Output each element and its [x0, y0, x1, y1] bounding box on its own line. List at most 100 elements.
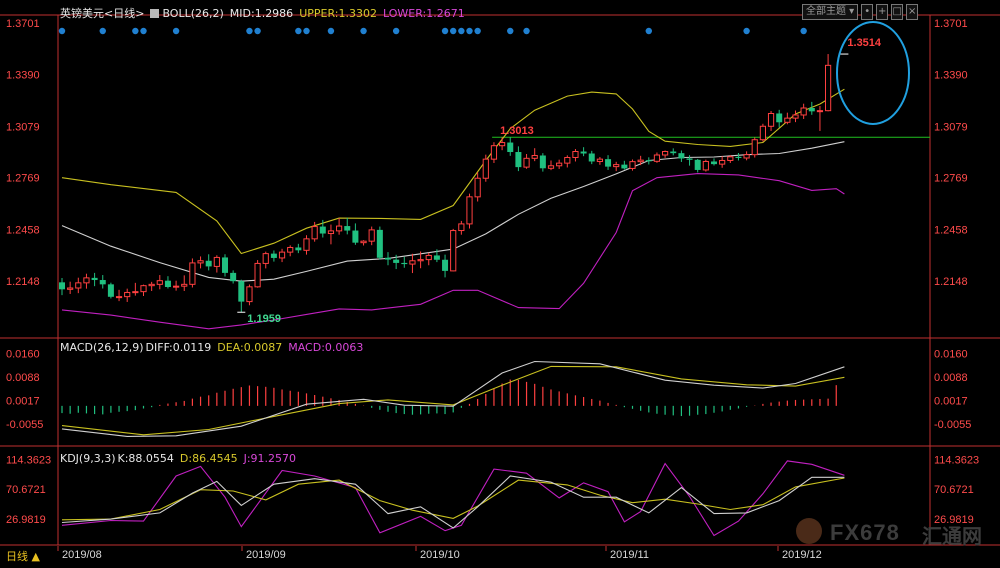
candle-body [385, 257, 391, 260]
candle-body [433, 255, 440, 260]
candle-body [466, 196, 473, 225]
signal-dot [360, 27, 367, 35]
y-tick-label-right: 1.2769 [934, 173, 968, 185]
candle-body [148, 283, 155, 287]
y-tick-label-right: 1.3701 [934, 18, 968, 30]
candle-body [352, 230, 359, 243]
candle-body [287, 246, 294, 253]
signal-dot [450, 27, 457, 35]
candle-body [678, 153, 685, 159]
signal-dot [743, 27, 750, 35]
candle-body [482, 158, 489, 179]
annotation-resistance: 1.3013 [500, 125, 534, 137]
candle-body [189, 262, 196, 285]
signal-dot [132, 27, 139, 35]
candle-body [132, 291, 139, 294]
candle-body [531, 154, 538, 159]
boll-mid: MID:1.2986 [229, 7, 294, 20]
dot-icon[interactable]: • [861, 4, 874, 20]
kdj-tick-left: 26.9819 [6, 514, 46, 526]
candle-body [808, 108, 815, 112]
candle-body [759, 125, 766, 141]
square-icon[interactable]: □ [891, 4, 904, 20]
signal-dot [172, 27, 180, 35]
kdj-panel-header: KDJ(9,3,3) K:88.0554 D:86.4545 J:91.2570 [60, 452, 302, 465]
macd-dea: DEA:0.0087 [217, 341, 283, 354]
candle-body [425, 254, 432, 261]
candle-body [278, 251, 286, 259]
candle-body [319, 226, 326, 234]
kdj-tick-left: 114.3623 [6, 454, 51, 466]
boll-upper: UPPER:1.3302 [299, 7, 377, 20]
candle-body [499, 142, 506, 147]
watermark-text-cn: 汇通网 [922, 524, 982, 548]
candle-body [458, 223, 465, 232]
candle-body [91, 277, 98, 281]
candle-body [59, 282, 65, 290]
macd-tick-right: 0.0017 [934, 395, 968, 407]
theme-dropdown[interactable]: 全部主题 ▾ [802, 4, 859, 20]
plus-icon[interactable]: + [876, 4, 889, 20]
annotation-high: 1.3514 [847, 37, 882, 49]
candle-body [303, 238, 310, 251]
y-tick-label-left: 1.2769 [6, 173, 40, 185]
candle-body [140, 285, 147, 293]
candle-body [564, 156, 571, 164]
candle-body [735, 156, 742, 158]
candle-body [816, 110, 824, 113]
candle-body [254, 262, 261, 288]
panel-toolbar: 全部主题 ▾ • + □ × [802, 4, 919, 20]
candle-body [751, 139, 758, 156]
macd-tick-right: 0.0088 [934, 372, 968, 384]
macd-tick-right: 0.0160 [934, 348, 968, 360]
candle-body [800, 107, 807, 116]
candle-body [270, 253, 277, 258]
candle-body [222, 257, 228, 273]
chart-canvas: 1.3701 1.3701 1.3390 1.3390 1.3079 1.3079 1.27… [0, 0, 1000, 568]
y-tick-label-right: 1.3390 [934, 70, 968, 82]
candle-body [181, 283, 188, 287]
candle-body [393, 259, 400, 263]
signal-dot [466, 27, 473, 35]
watermark-logo [796, 518, 822, 544]
macd-title: MACD(26,12,9) [60, 341, 144, 354]
signal-dot [507, 27, 514, 35]
candle-body [99, 280, 106, 285]
candle-body [547, 165, 555, 169]
signal-dot [246, 27, 253, 35]
signal-dot [458, 27, 465, 35]
candle-body [539, 155, 546, 169]
candle-body [686, 158, 693, 160]
macd-diff: DIFF:0.0119 [145, 341, 212, 354]
y-tick-label-right: 1.3079 [934, 121, 968, 133]
candle-body [164, 280, 171, 287]
candle-body [156, 280, 163, 285]
y-tick-label-right: 1.2148 [934, 276, 968, 288]
signal-dot [645, 27, 652, 35]
signal-dot [327, 27, 335, 35]
candle-body [205, 260, 212, 267]
signal-dot [254, 27, 261, 35]
candle-body [173, 285, 180, 288]
candle-body [417, 259, 424, 262]
close-icon[interactable]: × [906, 4, 919, 20]
kdj-title: KDJ(9,3,3) [60, 452, 116, 465]
candle-body [344, 226, 351, 231]
candle-body [645, 160, 652, 162]
signal-dot [99, 27, 106, 35]
signal-dot [523, 27, 530, 35]
macd-panel-header: MACD(26,12,9) DIFF:0.0119 DEA:0.0087 MACD:0… [60, 341, 369, 354]
candle-body [368, 229, 375, 242]
y-tick-label-left: 1.3701 [6, 18, 40, 30]
candle-body [490, 145, 498, 160]
symbol-label: 英镑美元<日线> [60, 7, 145, 20]
period-button[interactable]: 日线 ▲ [6, 548, 40, 564]
candle-body [596, 158, 603, 162]
candle-body [336, 225, 343, 232]
y-tick-label-left: 1.3079 [6, 121, 40, 133]
candle-body [580, 151, 587, 154]
candle-body [409, 260, 416, 265]
candle-body [637, 159, 644, 163]
signal-dot [140, 27, 147, 35]
y-tick-label-left: 1.2148 [6, 276, 40, 288]
